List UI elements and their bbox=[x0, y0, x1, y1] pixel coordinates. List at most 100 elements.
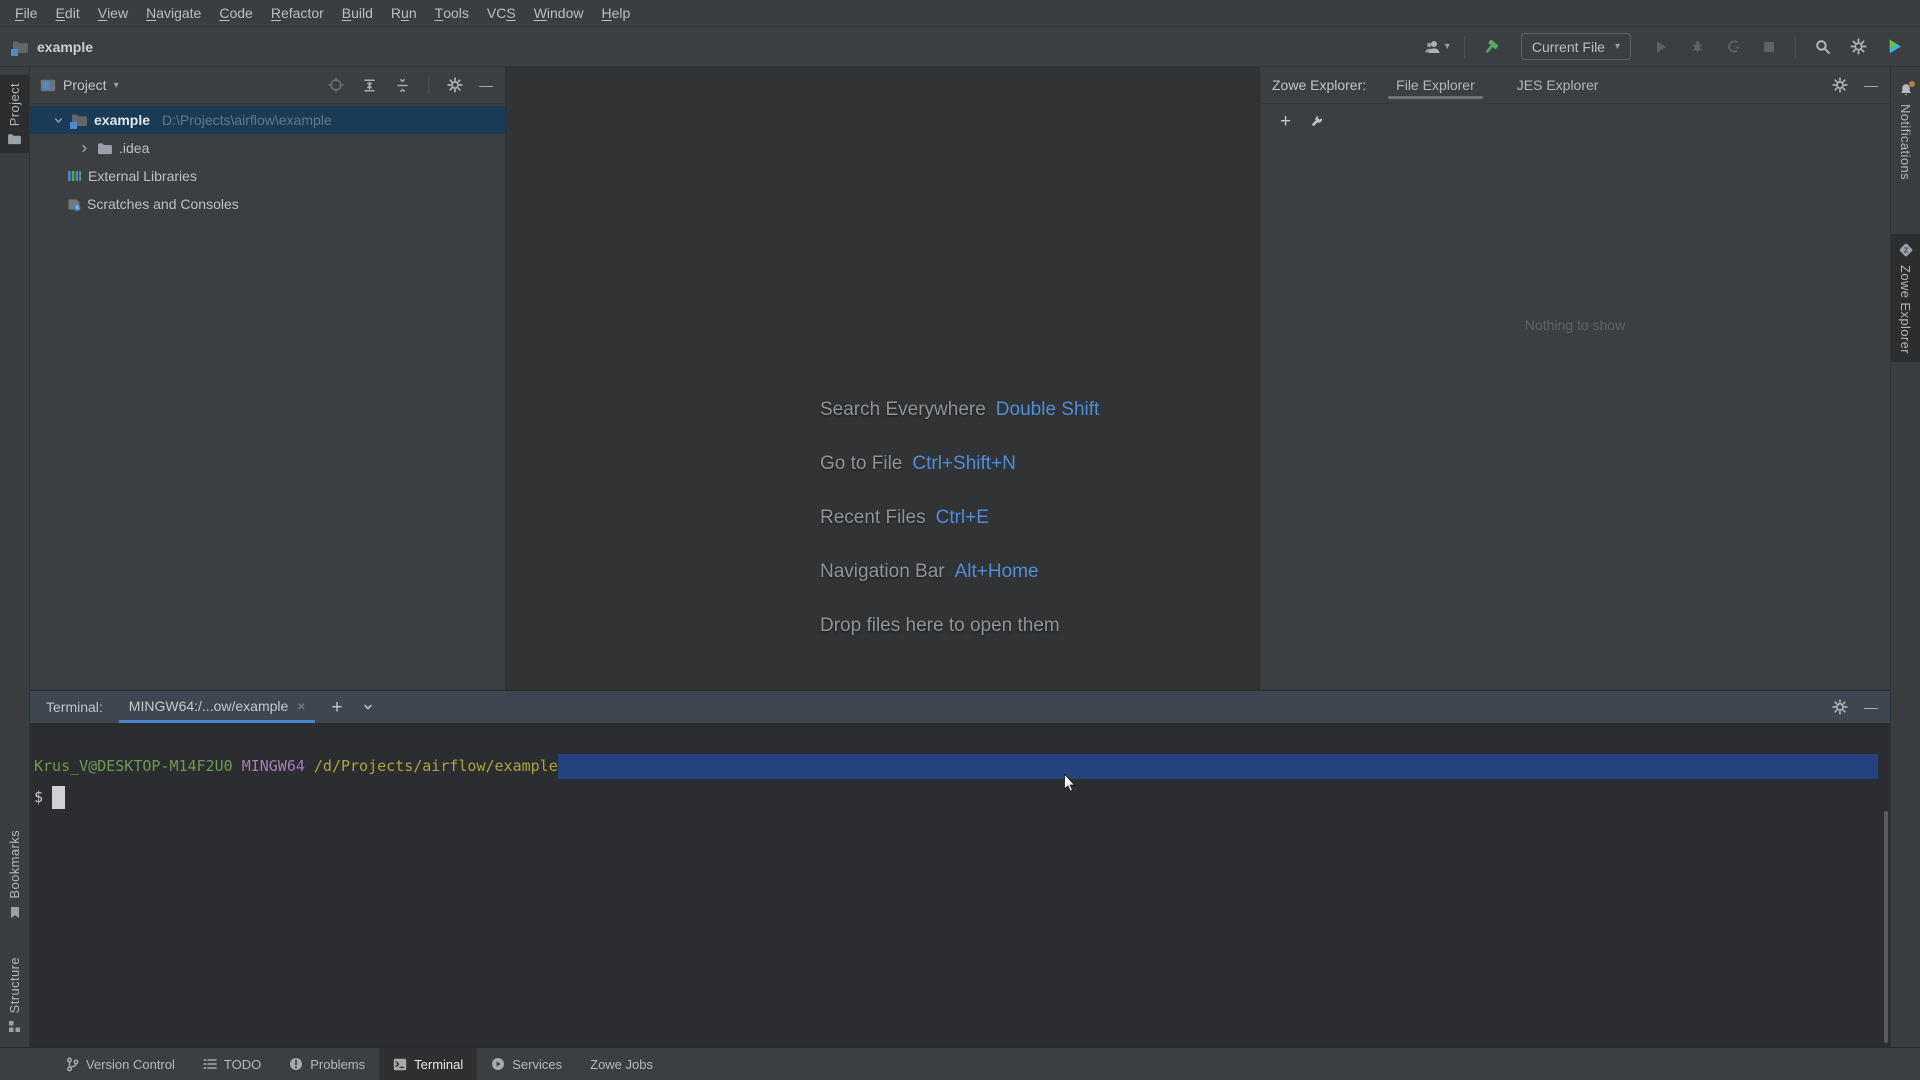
profile-user-icon[interactable]: ▾ bbox=[1423, 38, 1450, 56]
chevron-down-icon[interactable] bbox=[52, 114, 65, 127]
run-config-select[interactable]: Current File ▾ bbox=[1520, 33, 1631, 60]
chevron-down-icon[interactable] bbox=[361, 700, 375, 714]
tree-node-name: example bbox=[94, 112, 151, 128]
terminal-tab[interactable]: MINGW64:/...ow/example × bbox=[118, 691, 316, 723]
tree-row-external-libraries[interactable]: External Libraries bbox=[30, 162, 505, 190]
tree-row-idea[interactable]: .idea bbox=[30, 134, 505, 162]
terminal-prompt-line: Krus_V@DESKTOP-M14F2U0 MINGW64 /d/Projec… bbox=[34, 753, 1890, 779]
expand-all-icon[interactable] bbox=[360, 76, 378, 94]
statusbar-label: Version Control bbox=[86, 1056, 175, 1072]
statusbar-zowe-jobs[interactable]: Zowe Jobs bbox=[576, 1048, 667, 1080]
chevron-down-icon: ▾ bbox=[1444, 41, 1450, 52]
project-panel-title: Project bbox=[63, 77, 107, 93]
statusbar-label: Problems bbox=[310, 1056, 366, 1072]
menu-file[interactable]: File bbox=[6, 0, 47, 26]
zowe-explorer-toolwindow: Zowe Explorer: File Explorer JES Explore… bbox=[1259, 67, 1890, 690]
terminal-output[interactable]: Krus_V@DESKTOP-M14F2U0 MINGW64 /d/Projec… bbox=[30, 723, 1890, 1047]
settings-gear-icon[interactable] bbox=[1831, 76, 1849, 94]
shortcut-keys: Alt+Home bbox=[954, 561, 1039, 582]
stripe-zowe-explorer-button[interactable]: Z Zowe Explorer bbox=[1891, 234, 1920, 363]
statusbar-services[interactable]: Services bbox=[477, 1048, 576, 1080]
statusbar-version-control[interactable]: Version Control bbox=[52, 1048, 189, 1080]
debug-bug-icon[interactable] bbox=[1685, 35, 1709, 59]
build-hammer-icon[interactable] bbox=[1479, 35, 1503, 59]
tree-node-name: External Libraries bbox=[88, 168, 197, 184]
new-terminal-tab-icon[interactable]: + bbox=[331, 698, 342, 717]
menu-navigate[interactable]: Navigate bbox=[137, 0, 210, 26]
settings-gear-icon[interactable] bbox=[1846, 35, 1870, 59]
terminal-tab-title: MINGW64:/...ow/example bbox=[128, 697, 289, 714]
shortcut-keys: Ctrl+E bbox=[935, 507, 989, 528]
shortcut-keys: Double Shift bbox=[995, 399, 1100, 420]
titlebar: example ▾ Current File ▾ bbox=[0, 27, 1920, 67]
stripe-notifications-button[interactable]: Notifications bbox=[1891, 75, 1920, 188]
menu-run[interactable]: Run bbox=[382, 0, 426, 26]
menu-help[interactable]: Help bbox=[593, 0, 640, 26]
hide-panel-icon[interactable]: — bbox=[1864, 78, 1878, 92]
menu-view[interactable]: View bbox=[89, 0, 137, 26]
toolbar-separator bbox=[1463, 35, 1465, 58]
project-panel-header: Project ▾ — bbox=[30, 67, 505, 104]
ide-window: File Edit View Navigate Code Refactor Bu… bbox=[0, 0, 1920, 1080]
tab-file-explorer[interactable]: File Explorer bbox=[1388, 67, 1483, 103]
project-root-folder-icon bbox=[70, 113, 88, 129]
shortcut-row: Go to File Ctrl+Shift+N bbox=[820, 437, 1099, 491]
tree-row-scratches[interactable]: Scratches and Consoles bbox=[30, 190, 505, 218]
menu-vcs[interactable]: VC S bbox=[478, 0, 525, 26]
drop-files-hint: Drop files here to open them bbox=[820, 599, 1099, 653]
shortcut-label: Navigation Bar bbox=[820, 561, 945, 582]
terminal-user: Krus_V@DESKTOP-M14F2U0 bbox=[34, 757, 233, 775]
collapse-all-icon[interactable] bbox=[393, 76, 411, 94]
settings-gear-icon[interactable] bbox=[446, 76, 464, 94]
tree-row-example[interactable]: example D:\Projects\airflow\example bbox=[30, 106, 505, 134]
locate-file-icon[interactable] bbox=[327, 76, 345, 94]
coverage-button[interactable] bbox=[1721, 35, 1745, 59]
chevron-down-icon[interactable]: ▾ bbox=[114, 80, 119, 91]
code-with-me-icon[interactable] bbox=[1882, 35, 1906, 59]
project-folder-icon bbox=[7, 133, 22, 145]
search-icon[interactable] bbox=[1810, 35, 1834, 59]
stop-button[interactable] bbox=[1757, 35, 1781, 59]
statusbar: Version Control TODO Problems Terminal S… bbox=[0, 1047, 1920, 1080]
editor-area[interactable]: Search Everywhere Double Shift Go to Fil… bbox=[506, 67, 1259, 690]
project-toolwindow: Project ▾ — example D:\Projects\airflow\… bbox=[30, 67, 506, 690]
main-toolbar: ▾ Current File ▾ bbox=[1423, 33, 1910, 60]
stripe-notifications-label: Notifications bbox=[1898, 104, 1913, 181]
zowe-panel-title: Zowe Explorer: bbox=[1272, 77, 1367, 93]
shortcut-label: Go to File bbox=[820, 453, 903, 474]
menu-tools[interactable]: Tools bbox=[426, 0, 478, 26]
stripe-project-button[interactable]: Project bbox=[0, 75, 29, 154]
wrench-icon[interactable] bbox=[1309, 114, 1324, 129]
menu-code[interactable]: Code bbox=[210, 0, 261, 26]
hide-panel-icon[interactable]: — bbox=[479, 78, 493, 92]
statusbar-problems[interactable]: Problems bbox=[275, 1048, 379, 1080]
menu-refactor[interactable]: Refactor bbox=[262, 0, 333, 26]
statusbar-label: Terminal bbox=[414, 1056, 464, 1072]
menu-window[interactable]: Window bbox=[525, 0, 593, 26]
settings-gear-icon[interactable] bbox=[1831, 698, 1849, 716]
menu-edit[interactable]: Edit bbox=[47, 0, 89, 26]
libraries-icon bbox=[67, 169, 82, 183]
scratches-icon bbox=[67, 198, 81, 211]
stripe-zowe-explorer-label: Zowe Explorer bbox=[1898, 265, 1913, 355]
statusbar-todo[interactable]: TODO bbox=[189, 1048, 275, 1080]
chevron-right-icon[interactable] bbox=[78, 142, 91, 155]
statusbar-terminal[interactable]: Terminal bbox=[379, 1048, 478, 1080]
run-config-label: Current File bbox=[1531, 38, 1605, 55]
shortcut-row: Recent Files Ctrl+E bbox=[820, 491, 1099, 545]
shortcut-label: Recent Files bbox=[820, 507, 926, 528]
stripe-bookmarks-button[interactable]: Bookmarks bbox=[0, 822, 29, 927]
add-profile-icon[interactable]: + bbox=[1280, 112, 1291, 131]
stripe-structure-button[interactable]: Structure bbox=[0, 949, 29, 1041]
bell-icon bbox=[1899, 81, 1915, 97]
run-button[interactable] bbox=[1649, 35, 1673, 59]
statusbar-label: Zowe Jobs bbox=[590, 1056, 653, 1072]
tab-jes-explorer[interactable]: JES Explorer bbox=[1513, 67, 1603, 103]
terminal-scrollbar[interactable] bbox=[1884, 811, 1888, 1043]
hide-panel-icon[interactable]: — bbox=[1864, 700, 1878, 714]
terminal-input-line[interactable]: $ bbox=[34, 783, 1890, 811]
close-icon[interactable]: × bbox=[297, 698, 305, 714]
menubar: File Edit View Navigate Code Refactor Bu… bbox=[0, 0, 1920, 27]
menu-build[interactable]: Build bbox=[333, 0, 382, 26]
shortcut-row: Navigation Bar Alt+Home bbox=[820, 545, 1099, 599]
